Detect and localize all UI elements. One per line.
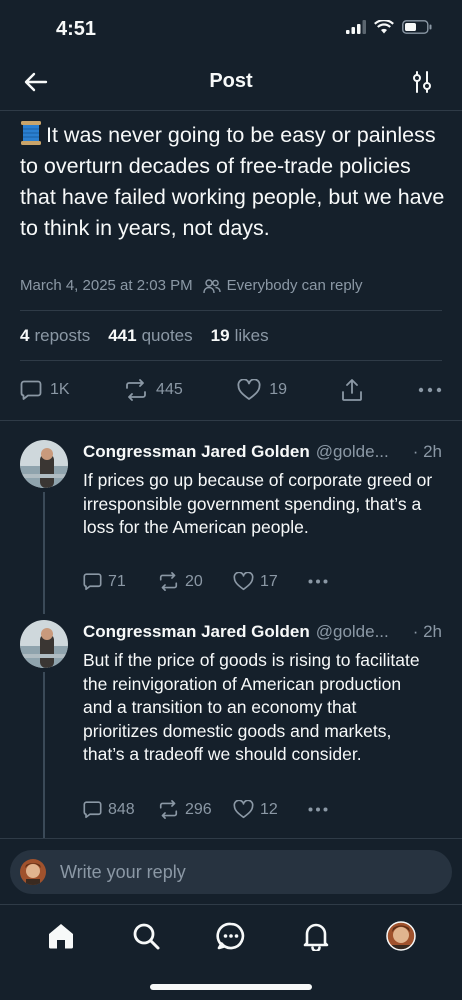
reply-like-button[interactable]: 12: [233, 800, 308, 819]
repost-button[interactable]: 445: [124, 379, 183, 401]
reply-comment-button[interactable]: 71: [83, 572, 158, 591]
post-text: It was never going to be easy or painles…: [20, 123, 445, 240]
battery-icon: [402, 20, 432, 34]
my-avatar: [20, 859, 46, 885]
people-icon: [202, 278, 221, 293]
signal-icon: [346, 20, 366, 34]
reply-actions: 71 20 17: [83, 572, 383, 591]
thread-line: [43, 492, 45, 614]
status-time: 4:51: [56, 18, 97, 40]
wifi-icon: [374, 20, 394, 34]
comment-icon: [83, 573, 102, 591]
reply-actions: 848 296 12: [83, 800, 383, 819]
reply-author-handle[interactable]: @golde...: [316, 622, 409, 642]
repost-count: 445: [156, 381, 183, 398]
reply-more-button[interactable]: [308, 579, 383, 584]
search-icon: [133, 923, 160, 950]
reply-composer[interactable]: [10, 850, 452, 894]
reply-permission-label: Everybody can reply: [226, 277, 363, 294]
repost-icon: [159, 572, 178, 591]
repost-icon: [159, 800, 178, 819]
header-divider: [0, 110, 462, 111]
reposts-label: reposts: [34, 326, 91, 345]
heart-icon: [233, 800, 254, 819]
status-icons: [346, 20, 432, 34]
reply-time: · 2h: [412, 622, 442, 641]
reply-comment-count: 71: [108, 572, 126, 590]
tab-home[interactable]: [45, 920, 77, 952]
post-stats: 4 reposts 441 quotes 19 likes: [20, 326, 269, 346]
reply-time: · 2h: [412, 442, 442, 461]
page-title: Post: [209, 70, 253, 92]
post-divider: [0, 420, 462, 421]
reply-repost-button[interactable]: 20: [158, 572, 233, 591]
composer-divider: [0, 838, 462, 839]
reply-like-count: 17: [260, 572, 278, 590]
bell-icon: [303, 923, 329, 951]
likes-stat[interactable]: 19 likes: [211, 326, 269, 346]
quotes-label: quotes: [141, 326, 193, 345]
post-timestamp: March 4, 2025 at 2:03 PM: [20, 277, 193, 294]
reply-author-name[interactable]: Congressman Jared Golden: [83, 622, 310, 642]
reply-text: If prices go up because of corporate gre…: [83, 470, 433, 537]
comment-icon: [83, 801, 102, 819]
post-body: It was never going to be easy or painles…: [20, 120, 445, 244]
comment-icon: [20, 380, 42, 400]
meta-divider: [20, 310, 442, 311]
reply-header: Congressman Jared Golden @golde... · 2h: [83, 442, 442, 462]
post-meta: March 4, 2025 at 2:03 PM Everybody can r…: [20, 277, 363, 294]
sort-options-button[interactable]: [410, 70, 434, 94]
sliders-icon: [413, 71, 431, 93]
reply-count: 1K: [50, 381, 70, 398]
ellipsis-icon: [308, 807, 328, 812]
home-indicator: [150, 984, 312, 990]
share-icon: [342, 379, 363, 401]
profile-avatar-icon: [386, 921, 417, 951]
repost-icon: [126, 379, 146, 401]
avatar[interactable]: [20, 620, 68, 668]
post-actions: 1K 445 19: [20, 376, 442, 404]
thread-line: [43, 672, 45, 838]
reply-button[interactable]: 1K: [20, 379, 70, 401]
reply-comment-button[interactable]: 848: [83, 800, 158, 819]
heart-icon: [237, 379, 261, 400]
reposts-count: 4: [20, 326, 30, 345]
home-icon: [48, 924, 73, 949]
reply-author-handle[interactable]: @golde...: [316, 442, 409, 462]
like-count: 19: [269, 381, 288, 398]
share-button[interactable]: [341, 378, 363, 402]
thread-spool-icon: [20, 120, 42, 146]
ellipsis-icon: [418, 387, 442, 393]
tabbar-divider: [0, 904, 462, 905]
ellipsis-icon: [308, 579, 328, 584]
reposts-stat[interactable]: 4 reposts: [20, 326, 90, 346]
more-options-button[interactable]: [418, 387, 442, 393]
tab-bar: [0, 912, 462, 960]
reply-header: Congressman Jared Golden @golde... · 2h: [83, 622, 442, 642]
avatar[interactable]: [20, 440, 68, 488]
reply-more-button[interactable]: [308, 807, 383, 812]
reply-repost-count: 20: [185, 572, 203, 590]
reply-like-button[interactable]: 17: [233, 572, 308, 591]
tab-profile[interactable]: [385, 920, 417, 952]
tab-messages[interactable]: [215, 920, 247, 952]
chat-bubble-icon: [216, 922, 245, 950]
likes-label: likes: [234, 326, 269, 345]
reply-input[interactable]: [58, 860, 422, 884]
reply-permission[interactable]: Everybody can reply: [202, 277, 363, 294]
quotes-count: 441: [108, 326, 137, 345]
tab-search[interactable]: [130, 920, 162, 952]
reply-comment-count: 848: [108, 800, 135, 818]
stats-divider: [20, 360, 442, 361]
tab-notifications[interactable]: [300, 920, 332, 952]
heart-icon: [233, 572, 254, 591]
reply-text: But if the price of goods is rising to f…: [83, 650, 420, 764]
quotes-stat[interactable]: 441 quotes: [108, 326, 192, 346]
like-button[interactable]: 19: [237, 379, 287, 401]
reply-repost-count: 296: [185, 800, 212, 818]
reply-like-count: 12: [260, 800, 278, 818]
reply-author-name[interactable]: Congressman Jared Golden: [83, 442, 310, 462]
reply-repost-button[interactable]: 296: [158, 800, 233, 819]
likes-count: 19: [210, 326, 230, 345]
